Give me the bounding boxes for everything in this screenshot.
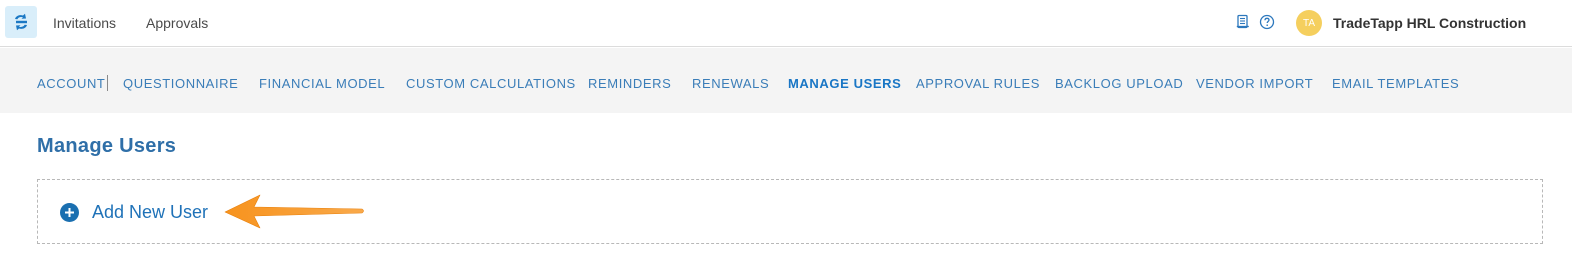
tab-backlog-upload[interactable]: BACKLOG UPLOAD bbox=[1055, 76, 1183, 92]
company-name[interactable]: TradeTapp HRL Construction bbox=[1333, 14, 1526, 32]
tab-account[interactable]: ACCOUNT bbox=[37, 76, 105, 92]
nav-invitations[interactable]: Invitations bbox=[53, 14, 116, 32]
orange-arrow-pointer bbox=[224, 194, 364, 229]
plus-circle-icon bbox=[60, 202, 79, 222]
document-icon[interactable] bbox=[1235, 14, 1251, 30]
page-title: Manage Users bbox=[37, 135, 177, 157]
tab-renewals[interactable]: RENEWALS bbox=[692, 76, 769, 92]
nav-approvals[interactable]: Approvals bbox=[146, 14, 208, 32]
tab-manage-users[interactable]: MANAGE USERS bbox=[788, 76, 901, 92]
top-navbar: Invitations Approvals TA TradeTapp HRL C… bbox=[0, 0, 1572, 47]
avatar[interactable]: TA bbox=[1296, 10, 1322, 36]
tab-questionnaire[interactable]: QUESTIONNAIRE bbox=[123, 76, 238, 92]
settings-tabs: ACCOUNT QUESTIONNAIRE FINANCIAL MODEL CU… bbox=[0, 48, 1572, 113]
tab-vendor-import[interactable]: VENDOR IMPORT bbox=[1196, 76, 1313, 92]
add-new-user-label: Add New User bbox=[92, 202, 209, 222]
help-icon[interactable] bbox=[1259, 14, 1275, 30]
tradetapp-logo-icon[interactable] bbox=[5, 6, 37, 38]
tab-custom-calculations[interactable]: CUSTOM CALCULATIONS bbox=[406, 76, 576, 92]
tab-divider bbox=[107, 75, 108, 91]
tab-financial-model[interactable]: FINANCIAL MODEL bbox=[259, 76, 385, 92]
tab-reminders[interactable]: REMINDERS bbox=[588, 76, 671, 92]
add-new-user-button[interactable]: Add New User bbox=[60, 200, 208, 224]
tab-email-templates[interactable]: EMAIL TEMPLATES bbox=[1332, 76, 1459, 92]
tab-approval-rules[interactable]: APPROVAL RULES bbox=[916, 76, 1040, 92]
